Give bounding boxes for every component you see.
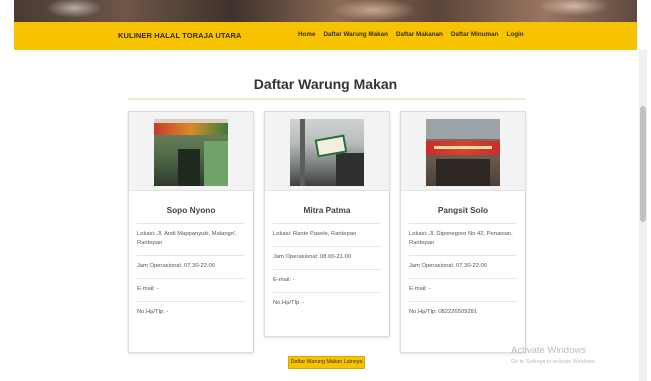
page-title: Daftar Warung Makan [253,76,398,92]
hero-banner-image [14,0,637,22]
watermark-title: Activate Windows [511,345,586,356]
warung-jam: Jam Operasional: 07.30-22.00 [409,255,517,278]
watermark-subtitle: Go to Settings to activate Windows. [511,359,597,365]
warung-hp: No.Hp/Tlp: 082226509281 [409,301,517,324]
warung-name: Pangsit Solo [437,205,489,215]
more-warung-button[interactable]: Daftar Warung Makan Lainnya [288,356,365,369]
card-image-area [265,112,389,191]
photo-signboard [426,141,500,155]
nav-daftar-makanan[interactable]: Daftar Makanan [396,31,443,38]
warung-lokasi: Lokasi: Jl. Diponegoro No.42, Penanian, … [409,223,517,255]
warung-name: Mitra Patma [303,205,351,215]
warung-photo [426,119,500,186]
main-nav: Home Daftar Warung Makan Daftar Makanan … [298,31,524,38]
warung-hp: No.Hp/Tlp: - [137,301,245,324]
warung-details: Lokasi: Jl. Diponegoro No.42, Penanian, … [401,223,525,324]
warung-card-mitra-patma: Mitra Patma Lokasi: Rante Pasele, Rantep… [264,111,390,337]
warung-photo [290,119,364,186]
photo-stall [436,159,490,186]
nav-login[interactable]: Login [507,31,524,38]
photo-wall [204,141,228,186]
nav-daftar-warung-makan[interactable]: Daftar Warung Makan [324,31,389,38]
warung-details: Lokasi: Rante Pasele, Rantepao Jam Opera… [265,223,389,315]
title-divider [128,98,526,100]
top-navbar: KULINER HALAL TORAJA UTARA Home Daftar W… [14,22,637,50]
warung-photo [154,119,228,186]
site-brand[interactable]: KULINER HALAL TORAJA UTARA [118,31,242,40]
photo-building [336,153,364,186]
warung-name: Sopo Nyono [166,205,216,215]
warung-jam: Jam Operasional: 07.30-22.00 [137,255,245,278]
page-scrollbar[interactable] [639,50,647,381]
warung-hp: No.Hp/Tlp: - [273,292,381,315]
warung-card-sopo-nyono: Sopo Nyono Lokasi: Jl. Andi Mappanyuki, … [128,111,254,353]
warung-jam: Jam Operasional: 08.00-21.00 [273,246,381,269]
photo-door [178,149,200,186]
warung-card-pangsit-solo: Pangsit Solo Lokasi: Jl. Diponegoro No.4… [400,111,526,353]
photo-pole [300,119,305,186]
nav-home[interactable]: Home [298,31,316,38]
nav-daftar-minuman[interactable]: Daftar Minuman [451,31,499,38]
warung-details: Lokasi: Jl. Andi Mappanyuki, Malango', R… [129,223,253,324]
warung-lokasi: Lokasi: Jl. Andi Mappanyuki, Malango', R… [137,223,245,255]
warung-email: E-mail: - [273,269,381,292]
card-image-area [129,112,253,191]
photo-signboard [154,123,228,135]
warung-email: E-mail: - [409,278,517,301]
scrollbar-thumb[interactable] [640,106,646,222]
card-image-area [401,112,525,191]
warung-email: E-mail: - [137,278,245,301]
warung-lokasi: Lokasi: Rante Pasele, Rantepao [273,223,381,246]
activate-windows-watermark: Activate Windows Go to Settings to activ… [511,345,596,365]
